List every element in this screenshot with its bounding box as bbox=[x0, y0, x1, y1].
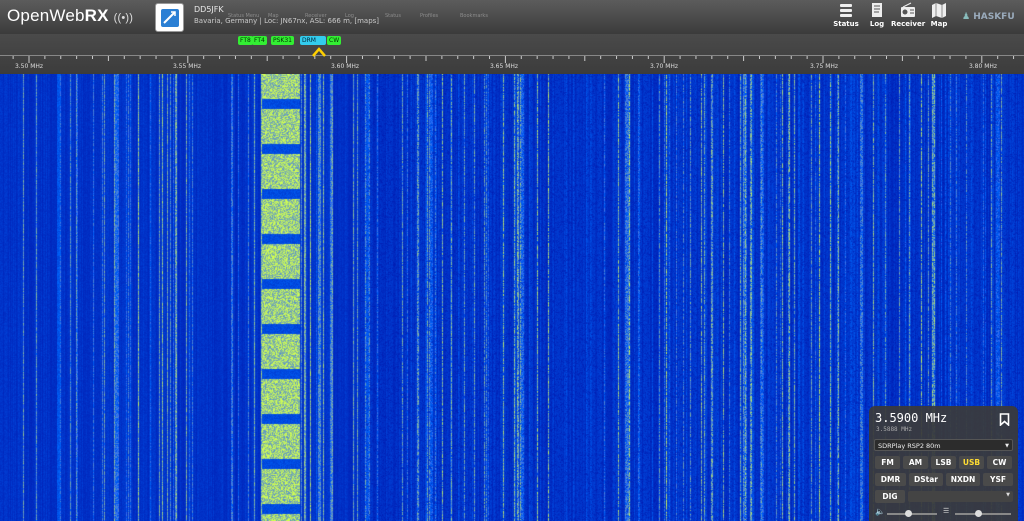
dropdown-caret-icon: ▼ bbox=[1005, 443, 1009, 449]
top-bar: OpenWebRX ((•)) DD5JFK Bavaria, Germany … bbox=[0, 0, 1024, 35]
tick-label: 3.55 MHz bbox=[172, 63, 202, 70]
ghost-tab: Bookmarks bbox=[460, 13, 488, 19]
nav-map-label: Map bbox=[930, 20, 948, 28]
frequency-scale[interactable]: 3.50 MHz 3.55 MHz 3.60 MHz 3.65 MHz 3.70… bbox=[0, 34, 1024, 74]
tick-label: 3.60 MHz bbox=[330, 63, 360, 70]
ghost-tab: Log bbox=[345, 13, 354, 19]
squelch-slider[interactable] bbox=[955, 513, 1011, 515]
nav-map-button[interactable]: Map bbox=[922, 1, 956, 28]
receiver-name: DD5JFK bbox=[194, 5, 224, 14]
ghost-tab: Map bbox=[268, 13, 279, 19]
tick-label: 3.75 MHz bbox=[809, 63, 839, 70]
offset-frequency: 3.5888 MHz bbox=[876, 426, 913, 433]
volume-slider[interactable] bbox=[887, 513, 937, 515]
profile-value: SDRPlay RSP2 80m bbox=[878, 442, 941, 450]
profile-select[interactable]: SDRPlay RSP2 80m ▼ bbox=[874, 439, 1013, 451]
nav-log-button[interactable]: Log bbox=[860, 1, 894, 28]
mode-ysf-button[interactable]: YSF bbox=[983, 473, 1013, 486]
bookmark-cw[interactable]: CW bbox=[327, 36, 342, 45]
mode-am-button[interactable]: AM bbox=[903, 456, 928, 469]
mode-nxdn-button[interactable]: NXDN bbox=[946, 473, 980, 486]
mode-cw-button[interactable]: CW bbox=[987, 456, 1012, 469]
log-icon bbox=[872, 3, 882, 17]
volume-icon: 🔈 bbox=[875, 507, 885, 516]
receiver-icon bbox=[901, 2, 915, 17]
tick-label: 3.80 MHz bbox=[968, 63, 998, 70]
frequency-display[interactable]: 3.5900 MHz bbox=[875, 411, 947, 425]
brand-logo: ♟ HASKFU bbox=[962, 12, 1015, 22]
digital-mode-select[interactable]: ▼ bbox=[908, 491, 1013, 502]
mode-dig-button[interactable]: DIG bbox=[875, 490, 905, 503]
nav-receiver-button[interactable]: Receiver bbox=[891, 1, 925, 28]
nav-status-button[interactable]: Status bbox=[829, 1, 863, 28]
antenna-icon bbox=[160, 8, 179, 27]
squelch-slider-knob[interactable] bbox=[975, 510, 982, 517]
ghost-tab: Receiver bbox=[305, 13, 327, 19]
mode-dmr-button[interactable]: DMR bbox=[875, 473, 906, 486]
logo-text-bold: RX bbox=[84, 6, 109, 25]
bookmark-psk31[interactable]: PSK31 bbox=[271, 36, 294, 45]
ghost-tab: Profiles bbox=[420, 13, 439, 19]
mode-usb-button[interactable]: USB bbox=[959, 456, 984, 469]
tuning-marker-icon[interactable] bbox=[311, 47, 327, 57]
receiver-avatar[interactable] bbox=[155, 3, 184, 32]
person-icon: ♟ bbox=[962, 12, 971, 22]
bookmark-icon[interactable] bbox=[999, 413, 1010, 426]
scale-baseline bbox=[0, 55, 1024, 56]
radio-waves-icon: ((•)) bbox=[113, 12, 134, 24]
receiver-panel: 3.5900 MHz 3.5888 MHz SDRPlay RSP2 80m ▼… bbox=[869, 406, 1018, 521]
nav-status-label: Status bbox=[833, 20, 859, 28]
openwebrx-logo[interactable]: OpenWebRX ((•)) bbox=[7, 6, 133, 26]
nav-log-label: Log bbox=[869, 20, 885, 28]
mode-lsb-button[interactable]: LSB bbox=[931, 456, 956, 469]
logo-text: OpenWeb bbox=[7, 6, 85, 25]
mode-fm-button[interactable]: FM bbox=[875, 456, 900, 469]
mode-dstar-button[interactable]: DStar bbox=[909, 473, 943, 486]
map-icon bbox=[932, 3, 946, 18]
tick-label: 3.65 MHz bbox=[489, 63, 519, 70]
ghost-tab: Status Menu bbox=[228, 13, 260, 19]
bookmark-ft4[interactable]: FT4 bbox=[252, 36, 267, 45]
volume-slider-knob[interactable] bbox=[905, 510, 912, 517]
status-icon bbox=[840, 4, 852, 17]
tick-label: 3.70 MHz bbox=[649, 63, 679, 70]
squelch-icon: ☰ bbox=[943, 507, 950, 515]
nav-receiver-label: Receiver bbox=[891, 20, 926, 28]
bookmark-ft8[interactable]: FT8 bbox=[238, 36, 253, 45]
ghost-tab: Status bbox=[385, 13, 401, 19]
bookmark-drm[interactable]: DRM bbox=[300, 36, 326, 45]
brand-text: HASKFU bbox=[973, 12, 1015, 22]
dropdown-caret-icon: ▼ bbox=[1006, 492, 1010, 498]
tick-label: 3.50 MHz bbox=[14, 63, 44, 70]
